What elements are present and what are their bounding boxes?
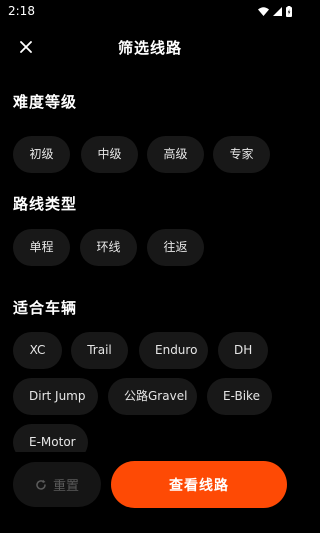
battery-icon	[286, 5, 292, 17]
route-type-title: 路线类型	[13, 195, 78, 213]
wifi-icon	[258, 6, 269, 16]
reset-button[interactable]: 重置	[13, 462, 101, 507]
chip-difficulty-advanced[interactable]: 高级	[147, 136, 204, 173]
home-indicator	[0, 513, 300, 533]
filter-content[interactable]: 难度等级 初级 中级 高级 专家 路线类型 单程 环线 往返 适合车辆 XC T…	[0, 80, 300, 452]
close-button[interactable]	[14, 35, 38, 59]
status-time: 2:18	[8, 4, 35, 18]
chip-difficulty-intermediate[interactable]: 中级	[81, 136, 138, 173]
reset-label: 重置	[52, 479, 79, 494]
view-routes-button[interactable]: 查看线路	[111, 461, 287, 508]
chip-vehicle-ebike[interactable]: E-Bike	[207, 378, 272, 415]
chip-difficulty-expert[interactable]: 专家	[213, 136, 270, 173]
route-type-section: 路线类型 单程 环线 往返	[13, 194, 293, 274]
chip-vehicle-trail[interactable]: Trail	[71, 332, 128, 369]
chip-vehicle-enduro[interactable]: Enduro	[139, 332, 208, 369]
difficulty-section: 难度等级 初级 中级 高级 专家	[13, 92, 293, 173]
status-icons	[258, 5, 292, 17]
chip-route-outback[interactable]: 往返	[147, 229, 204, 266]
bottom-action-bar: 重置 查看线路	[0, 460, 300, 510]
chip-vehicle-emotor[interactable]: E-Motor	[13, 424, 88, 452]
vehicle-section: 适合车辆 XC Trail Enduro DH Dirt Jump 公路Grav…	[13, 298, 293, 452]
chip-route-loop[interactable]: 环线	[80, 229, 137, 266]
chip-vehicle-gravel[interactable]: 公路Gravel	[108, 378, 197, 415]
chip-vehicle-xc[interactable]: XC	[13, 332, 62, 369]
refresh-icon	[36, 479, 46, 490]
difficulty-title: 难度等级	[13, 93, 78, 111]
status-bar: 2:18	[0, 0, 300, 22]
header: 筛选线路	[0, 30, 300, 64]
page-title: 筛选线路	[117, 38, 182, 57]
chip-route-oneway[interactable]: 单程	[13, 229, 70, 266]
chip-difficulty-beginner[interactable]: 初级	[13, 136, 70, 173]
vehicle-title: 适合车辆	[13, 299, 78, 317]
cellular-signal-icon	[273, 6, 282, 16]
close-icon	[20, 41, 32, 53]
chip-vehicle-dh[interactable]: DH	[218, 332, 268, 369]
chip-vehicle-dirt-jump[interactable]: Dirt Jump	[13, 378, 98, 415]
